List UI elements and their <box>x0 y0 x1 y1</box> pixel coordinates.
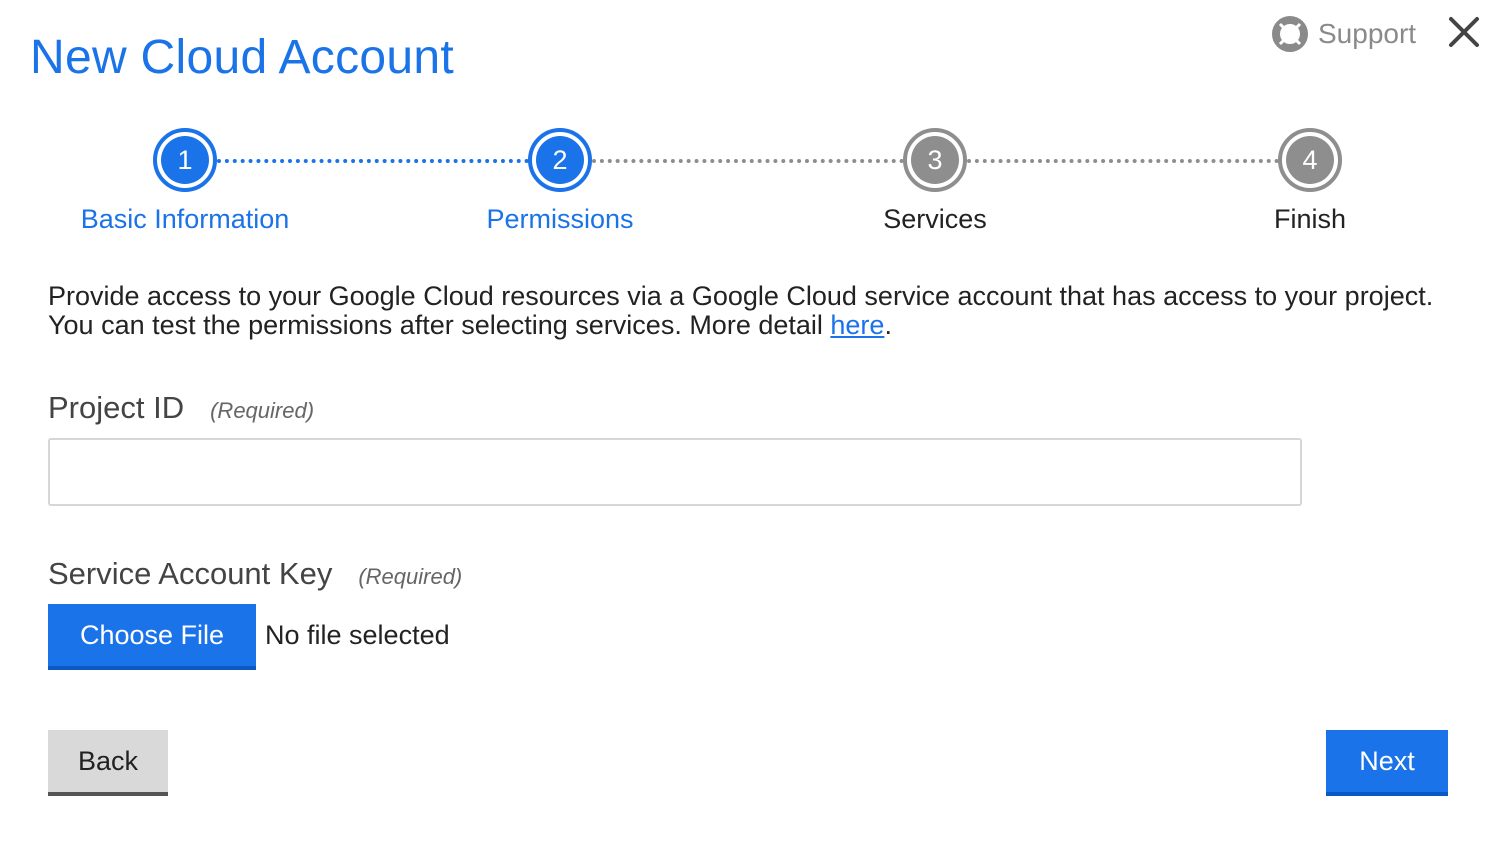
project-id-label-text: Project ID <box>48 390 185 425</box>
more-detail-link[interactable]: here <box>830 310 884 340</box>
file-status: No file selected <box>265 620 450 650</box>
step-indicator-4: 4 <box>1278 128 1342 192</box>
step-label-finish: Finish <box>1273 204 1347 234</box>
required-hint: (Required) <box>210 398 315 423</box>
step-label-basic-information[interactable]: Basic Information <box>35 204 335 235</box>
support-label: Support <box>1318 18 1417 49</box>
wizard-stepper: 1 Basic Information 2 Permissions 3 Serv… <box>0 120 1496 250</box>
description-body: Provide access to your Google Cloud reso… <box>48 281 1434 340</box>
choose-file-button[interactable]: Choose File <box>48 604 256 670</box>
step-connector <box>967 159 1279 163</box>
step-label-services: Services <box>883 204 987 234</box>
lifebuoy-icon <box>1272 16 1308 52</box>
step-number: 3 <box>927 144 943 175</box>
close-icon[interactable] <box>1446 14 1482 50</box>
page-title: New Cloud Account <box>30 31 454 84</box>
service-account-key-label: Service Account Key (Required) <box>48 556 462 592</box>
step-connector <box>217 159 529 163</box>
step-number: 2 <box>552 144 568 175</box>
step-number: 4 <box>1302 144 1318 175</box>
step-connector <box>592 159 904 163</box>
description-suffix: . <box>884 310 892 340</box>
description-text: Provide access to your Google Cloud reso… <box>48 282 1448 340</box>
step-indicator-3: 3 <box>903 128 967 192</box>
step-indicator-1[interactable]: 1 <box>153 128 217 192</box>
required-hint: (Required) <box>358 564 463 589</box>
project-id-input[interactable] <box>48 438 1302 506</box>
step-indicator-2[interactable]: 2 <box>528 128 592 192</box>
support-link[interactable]: Support <box>1272 16 1416 52</box>
service-account-key-label-text: Service Account Key <box>48 556 333 591</box>
next-button[interactable]: Next <box>1326 730 1448 796</box>
back-button[interactable]: Back <box>48 730 168 796</box>
step-number: 1 <box>177 144 193 175</box>
project-id-label: Project ID (Required) <box>48 390 314 426</box>
step-label-permissions[interactable]: Permissions <box>410 204 710 235</box>
